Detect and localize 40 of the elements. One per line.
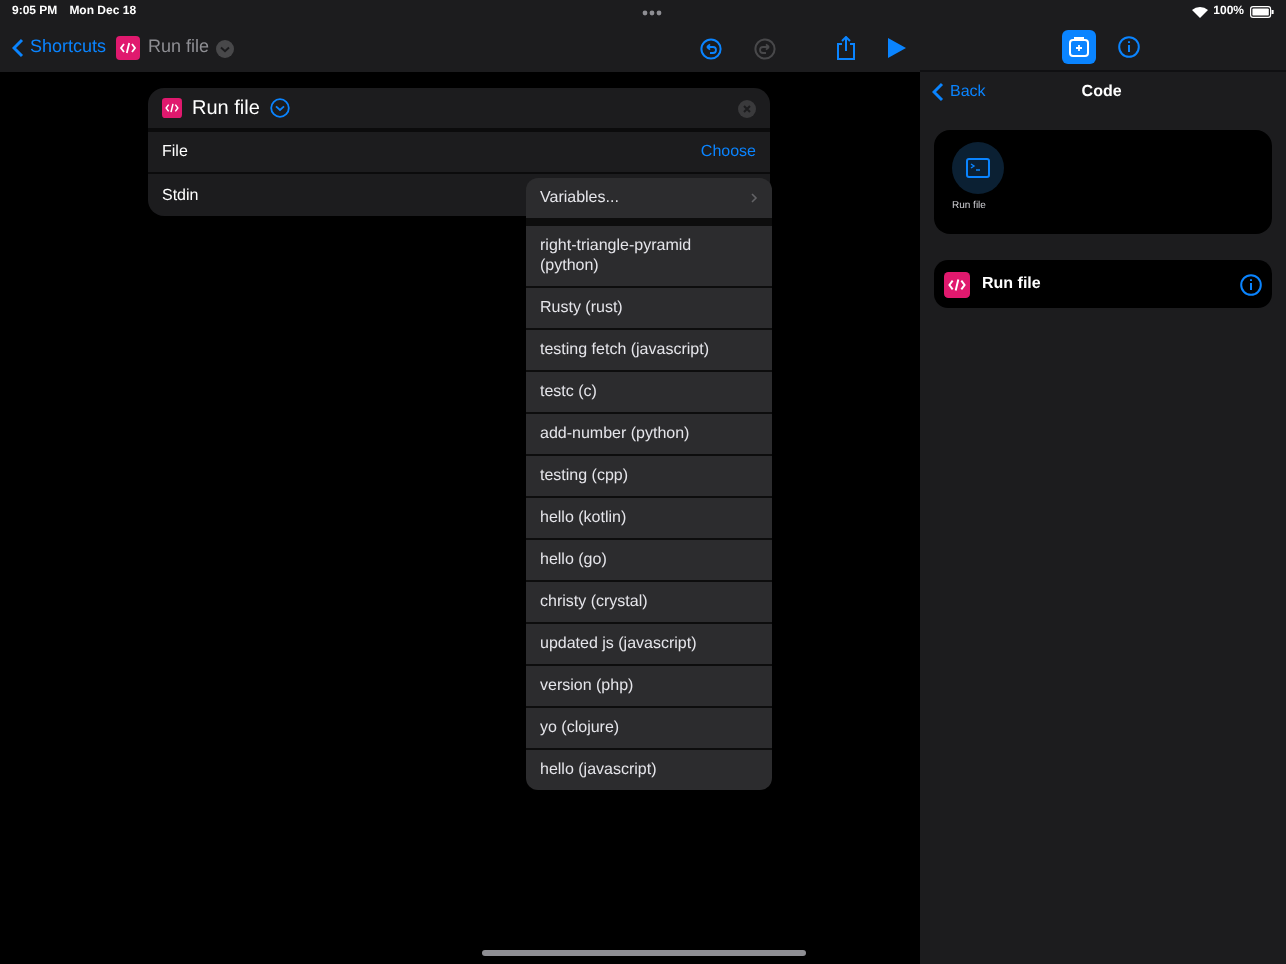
menu-item[interactable]: Rusty (rust) (526, 288, 772, 330)
chevron-left-icon (12, 38, 24, 58)
code-app-icon (162, 98, 182, 118)
parameter-label: Stdin (162, 183, 199, 207)
code-app-icon (944, 271, 970, 297)
wifi-icon (1191, 6, 1208, 18)
parameter-label: File (162, 140, 188, 164)
choose-link[interactable]: Choose (700, 140, 756, 164)
more-dots-icon[interactable] (642, 9, 663, 15)
action-row[interactable]: Run file (934, 260, 1272, 308)
undo-icon[interactable] (699, 37, 722, 59)
menu-item[interactable]: testing fetch (javascript) (526, 330, 772, 372)
menu-item[interactable]: right-triangle-pyramid (python) (526, 226, 772, 288)
actions-tab[interactable] (1061, 30, 1095, 64)
menu-item[interactable]: yo (clojure) (526, 708, 772, 750)
menu-item[interactable]: hello (kotlin) (526, 498, 772, 540)
terminal-icon[interactable] (952, 142, 1004, 194)
menu-item[interactable]: hello (javascript) (526, 750, 772, 790)
menu-item[interactable]: hello (go) (526, 540, 772, 582)
action-name: Run file (982, 272, 1041, 296)
code-app-icon (116, 36, 141, 60)
chevron-right-icon (750, 192, 758, 204)
battery-icon (1250, 6, 1274, 18)
back-button[interactable]: Shortcuts (12, 34, 107, 62)
back-button[interactable]: Back (932, 80, 986, 104)
play-icon[interactable] (887, 38, 906, 58)
chevron-down-icon[interactable] (269, 98, 290, 118)
shortcut-title[interactable]: Run file (148, 34, 210, 62)
menu-item[interactable]: updated js (javascript) (526, 624, 772, 666)
menu-item[interactable]: version (php) (526, 666, 772, 708)
submenu-item[interactable]: Variables... (526, 178, 772, 226)
action-title: Run file (192, 95, 260, 123)
menu-item[interactable]: testing (cpp) (526, 456, 772, 498)
info-icon[interactable] (1240, 273, 1262, 295)
share-icon[interactable] (835, 36, 856, 60)
chevron-left-icon (932, 82, 944, 102)
menu-item[interactable]: testc (c) (526, 372, 772, 414)
panel-title: Code (1081, 80, 1122, 104)
menu-item[interactable]: add-number (python) (526, 414, 772, 456)
menu-item[interactable]: christy (crystal) (526, 582, 772, 624)
